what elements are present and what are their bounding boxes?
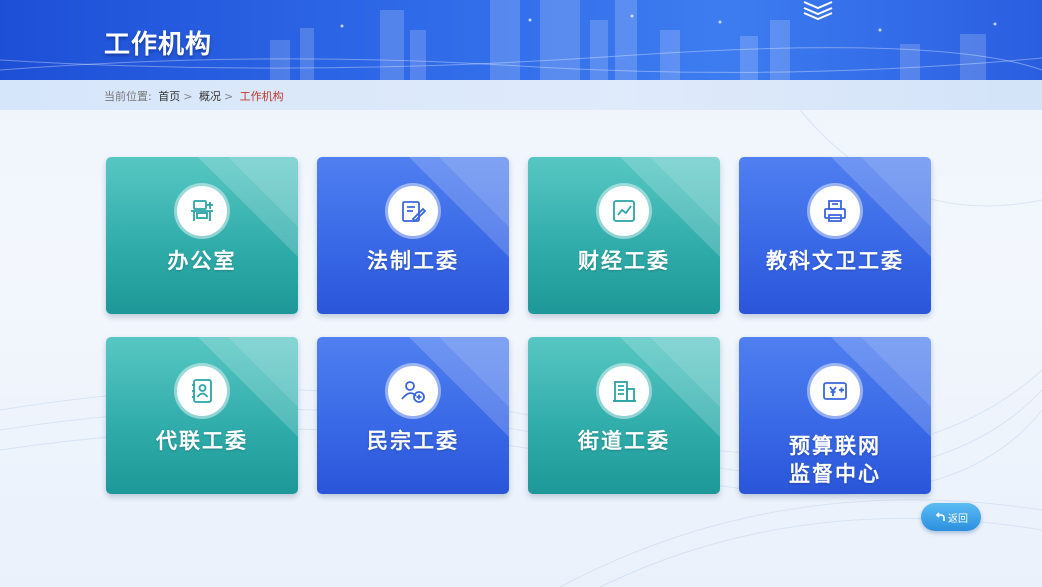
card-label-line: 预算联网 [789, 434, 881, 458]
card-label: 代联工委 [156, 429, 248, 453]
card-gloss [650, 157, 720, 227]
card-budget-supervision[interactable]: 预算联网 监督中心 [739, 337, 931, 494]
breadcrumb-overview[interactable]: 概况 [199, 90, 221, 103]
breadcrumb: 当前位置: 首页 > 概况 > 工作机构 [104, 88, 287, 104]
back-button-label: 返回 [948, 513, 968, 525]
card-finance[interactable]: 财经工委 [528, 157, 720, 314]
card-gloss [439, 337, 509, 407]
card-ethnic-religious[interactable]: 民宗工委 [317, 337, 509, 494]
card-label: 法制工委 [367, 249, 459, 273]
breadcrumb-home[interactable]: 首页 [158, 90, 180, 103]
card-label: 民宗工委 [367, 429, 459, 453]
card-gloss [650, 337, 720, 407]
card-label-line: 监督中心 [789, 462, 881, 486]
card-gloss [439, 157, 509, 227]
office-desk-icon [177, 186, 227, 236]
card-representative[interactable]: 代联工委 [106, 337, 298, 494]
breadcrumb-label: 当前位置: [104, 90, 152, 103]
card-label: 预算联网 监督中心 [739, 432, 931, 488]
card-label: 办公室 [167, 249, 237, 273]
card-label: 教科文卫工委 [766, 249, 904, 273]
card-gloss [228, 337, 298, 407]
return-arrow-icon [935, 512, 945, 521]
breadcrumb-separator: > [183, 90, 193, 103]
breadcrumb-current: 工作机构 [239, 90, 284, 103]
card-label: 街道工委 [578, 429, 670, 453]
legal-document-icon [388, 186, 438, 236]
layers-icon [803, 1, 833, 20]
card-education[interactable]: 教科文卫工委 [739, 157, 931, 314]
header-banner: 工作机构 [0, 0, 1042, 80]
finance-chart-icon [599, 186, 649, 236]
card-street[interactable]: 街道工委 [528, 337, 720, 494]
card-legal[interactable]: 法制工委 [317, 157, 509, 314]
card-gloss [861, 337, 931, 407]
budget-yen-icon [810, 366, 860, 416]
breadcrumb-separator: > [223, 90, 234, 103]
back-button[interactable]: 返回 [921, 503, 981, 531]
breadcrumb-bar: 当前位置: 首页 > 概况 > 工作机构 [0, 80, 1042, 110]
street-building-icon [599, 366, 649, 416]
page-title: 工作机构 [104, 30, 213, 60]
people-add-icon [388, 366, 438, 416]
card-gloss [861, 157, 931, 227]
card-gloss [228, 157, 298, 227]
representative-contact-icon [177, 366, 227, 416]
education-printer-icon [810, 186, 860, 236]
card-office[interactable]: 办公室 [106, 157, 298, 314]
card-label: 财经工委 [578, 249, 670, 273]
